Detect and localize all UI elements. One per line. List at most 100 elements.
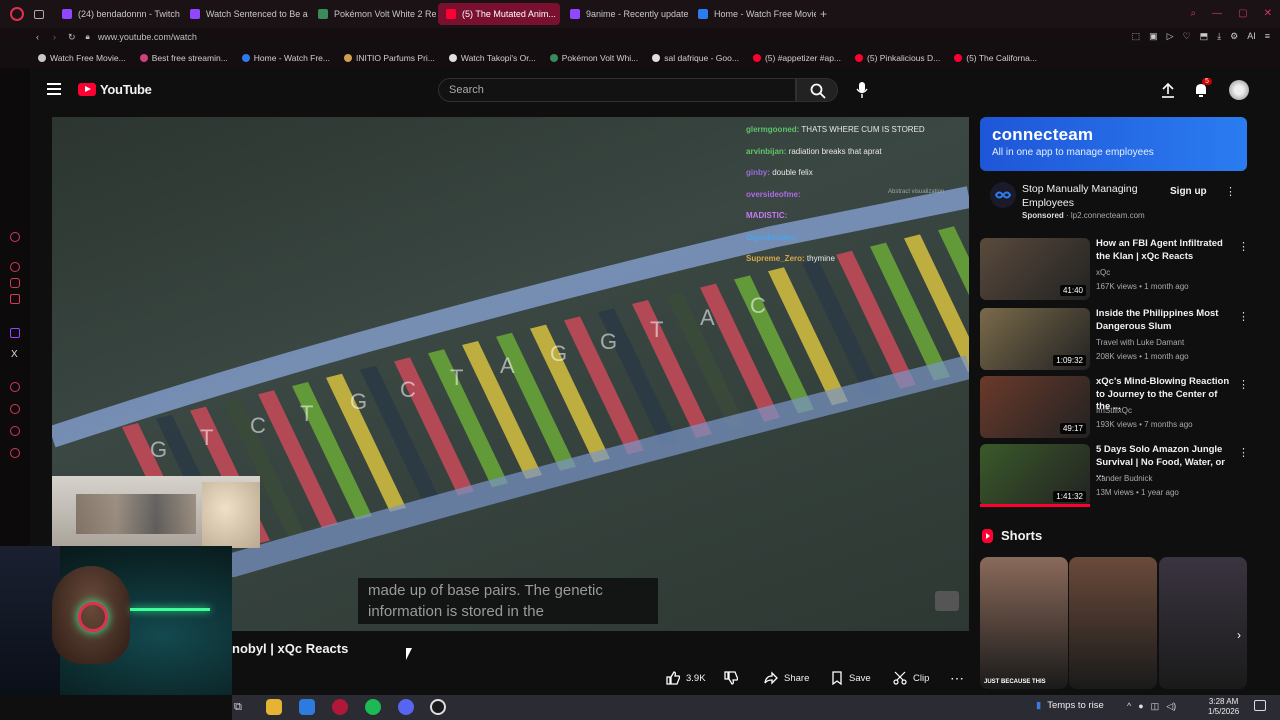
recommendation-thumbnail[interactable]: 1:41:32	[980, 444, 1090, 506]
notification-center-icon[interactable]	[1254, 700, 1266, 711]
sidebar-settings-icon[interactable]	[10, 448, 20, 458]
browser-tab[interactable]: (5) The Mutated Anim...	[438, 3, 560, 25]
back-icon[interactable]: ‹	[36, 32, 39, 42]
short-thumbnail[interactable]: JUST BECAUSE THIS	[980, 557, 1068, 689]
recommendation-title[interactable]: Inside the Philippines Most Dangerous Sl…	[1096, 308, 1234, 333]
reload-icon[interactable]: ↻	[68, 32, 76, 43]
upload-icon[interactable]	[1161, 82, 1175, 98]
bookmark-item[interactable]: INITIO Parfums Pri...	[344, 53, 435, 63]
notifications-button[interactable]: 5	[1194, 78, 1212, 98]
more-actions-button[interactable]: ⋯	[950, 667, 964, 689]
browser-tab[interactable]: Home - Watch Free Movie...	[690, 3, 816, 25]
recommendation-channel[interactable]: Xander Budnick	[1096, 474, 1152, 483]
search-button[interactable]	[796, 78, 838, 102]
new-tab-button[interactable]: +	[820, 7, 827, 21]
tray-mic-icon[interactable]: ●	[1138, 701, 1143, 712]
sidebar-instagram-icon[interactable]	[10, 278, 20, 288]
browser-tab[interactable]: (24) bendadonnn - Twitch	[54, 3, 180, 25]
snapshot-icon[interactable]: ▣	[1149, 31, 1158, 42]
bookmark-item[interactable]: Home - Watch Fre...	[241, 53, 330, 63]
ad-signup-button[interactable]: Sign up	[1170, 186, 1207, 197]
sidebar-x-icon[interactable]: X	[11, 349, 18, 360]
recommendation-title[interactable]: How an FBI Agent Infiltrated the Klan | …	[1096, 238, 1234, 263]
bookmark-item[interactable]: (5) The Californa...	[954, 53, 1037, 63]
recommendation-item[interactable]: 1:41:32 5 Days Solo Amazon Jungle Surviva…	[980, 444, 1249, 507]
sidebar-twitch2-icon[interactable]	[10, 328, 20, 338]
sidebar-mail-icon[interactable]	[10, 294, 20, 304]
recommendation-more-icon[interactable]: ⋮	[1238, 378, 1249, 391]
url-text[interactable]: www.youtube.com/watch	[98, 32, 197, 42]
youtube-logo[interactable]: YouTube	[78, 82, 152, 97]
clip-button[interactable]: Clip	[893, 667, 929, 689]
sidebar-twitch-icon[interactable]	[10, 262, 20, 272]
recommendation-thumbnail[interactable]: 1:09:32	[980, 308, 1090, 370]
bookmark-item[interactable]: (5) #appetizer #ap...	[752, 53, 841, 63]
bookmark-item[interactable]: Watch Takopi's Or...	[448, 53, 536, 63]
close-window-button[interactable]: ✕	[1264, 8, 1272, 19]
bookmark-item[interactable]: Best free streamin...	[139, 53, 228, 63]
bookmark-item[interactable]: sal dafrique - Goo...	[652, 53, 739, 63]
shorts-next-button[interactable]: ›	[1237, 628, 1241, 642]
discord-icon[interactable]	[398, 699, 414, 715]
bookmark-item[interactable]: Pokémon Volt Whi...	[549, 53, 638, 63]
ad-banner[interactable]: connecteam All in one app to manage empl…	[980, 117, 1247, 171]
settings-icon[interactable]: ⚙	[1230, 31, 1238, 42]
tray-chevron-icon[interactable]: ^	[1127, 701, 1131, 712]
browser-tab[interactable]: 9anime - Recently update	[562, 3, 688, 25]
video-settings-icon[interactable]	[935, 591, 959, 611]
recommendation-more-icon[interactable]: ⋮	[1238, 240, 1249, 253]
avatar[interactable]	[1229, 80, 1249, 100]
microphone-icon[interactable]	[856, 82, 868, 98]
extension-icon[interactable]: ⬚	[1132, 31, 1141, 42]
search-input[interactable]: Search	[438, 78, 796, 102]
recommendation-more-icon[interactable]: ⋮	[1238, 446, 1249, 459]
short-thumbnail[interactable]	[1159, 557, 1247, 689]
store-icon[interactable]	[299, 699, 315, 715]
player-icon[interactable]: ▷	[1167, 31, 1174, 42]
recommendation-channel[interactable]: ImStillxQc	[1096, 406, 1132, 415]
tray-network-icon[interactable]: ◫	[1151, 701, 1160, 712]
ai-icon[interactable]: AI	[1247, 31, 1256, 42]
menu-icon[interactable]: ≡	[1265, 31, 1270, 42]
clock[interactable]: 3:28 AM 1/5/2026	[1208, 697, 1239, 717]
forward-icon[interactable]: ›	[53, 32, 56, 42]
maximize-button[interactable]: ▢	[1238, 8, 1247, 19]
task-view-icon[interactable]: ⧉	[234, 701, 242, 714]
bookmark-item[interactable]: Watch Free Movie...	[38, 53, 126, 63]
recommendation-item[interactable]: 1:09:32 Inside the Philippines Most Dange…	[980, 308, 1249, 370]
opera-logo-icon[interactable]	[10, 7, 24, 21]
recommendation-thumbnail[interactable]: 41:40	[980, 238, 1090, 300]
ad-more-icon[interactable]: ⋮	[1225, 185, 1236, 198]
save-button[interactable]: Save	[831, 667, 871, 689]
recommendation-channel[interactable]: xQc	[1096, 268, 1110, 277]
download-icon[interactable]: ⤓	[1217, 31, 1221, 42]
browser-tab[interactable]: Watch Sentenced to Be a ...	[182, 3, 308, 25]
ad-headline[interactable]: Stop Manually Managing Employees	[1022, 182, 1152, 210]
recommendation-item[interactable]: 49:17 xQc's Mind-Blowing Reaction to Jour…	[980, 376, 1249, 438]
hamburger-menu-icon[interactable]	[47, 83, 61, 95]
sidebar-history-icon[interactable]	[10, 404, 20, 414]
like-button[interactable]: 3.9K	[666, 667, 706, 689]
obs-icon[interactable]	[430, 699, 446, 715]
sidebar-extensions-icon[interactable]	[10, 426, 20, 436]
weather-widget[interactable]: ▮ Temps to rise	[1036, 700, 1104, 711]
browser-tab[interactable]: Pokémon Volt White 2 Re...	[310, 3, 436, 25]
sidebar-music-icon[interactable]	[10, 382, 20, 392]
share-button[interactable]: Share	[764, 667, 809, 689]
file-explorer-icon[interactable]	[266, 699, 282, 715]
heart-icon[interactable]: ♡	[1183, 31, 1191, 42]
recommendation-thumbnail[interactable]: 49:17	[980, 376, 1090, 438]
tab-list-icon[interactable]	[34, 9, 44, 19]
tray-volume-icon[interactable]: ◁)	[1166, 701, 1176, 712]
opera-taskbar-icon[interactable]	[332, 699, 348, 715]
bookmark-item[interactable]: (5) Pinkalicious D...	[855, 53, 940, 63]
recommendation-channel[interactable]: Travel with Luke Damant	[1096, 338, 1184, 347]
dislike-button[interactable]	[724, 667, 738, 689]
short-thumbnail[interactable]	[1069, 557, 1157, 689]
search-tabs-icon[interactable]: ⌕	[1191, 8, 1197, 19]
recommendation-more-icon[interactable]: ⋮	[1238, 310, 1249, 323]
recommendation-item[interactable]: 41:40 How an FBI Agent Infiltrated the Kl…	[980, 238, 1249, 300]
sidebar-aria-icon[interactable]	[10, 232, 20, 242]
spotify-icon[interactable]	[365, 699, 381, 715]
wallet-icon[interactable]: ⬒	[1200, 31, 1209, 42]
